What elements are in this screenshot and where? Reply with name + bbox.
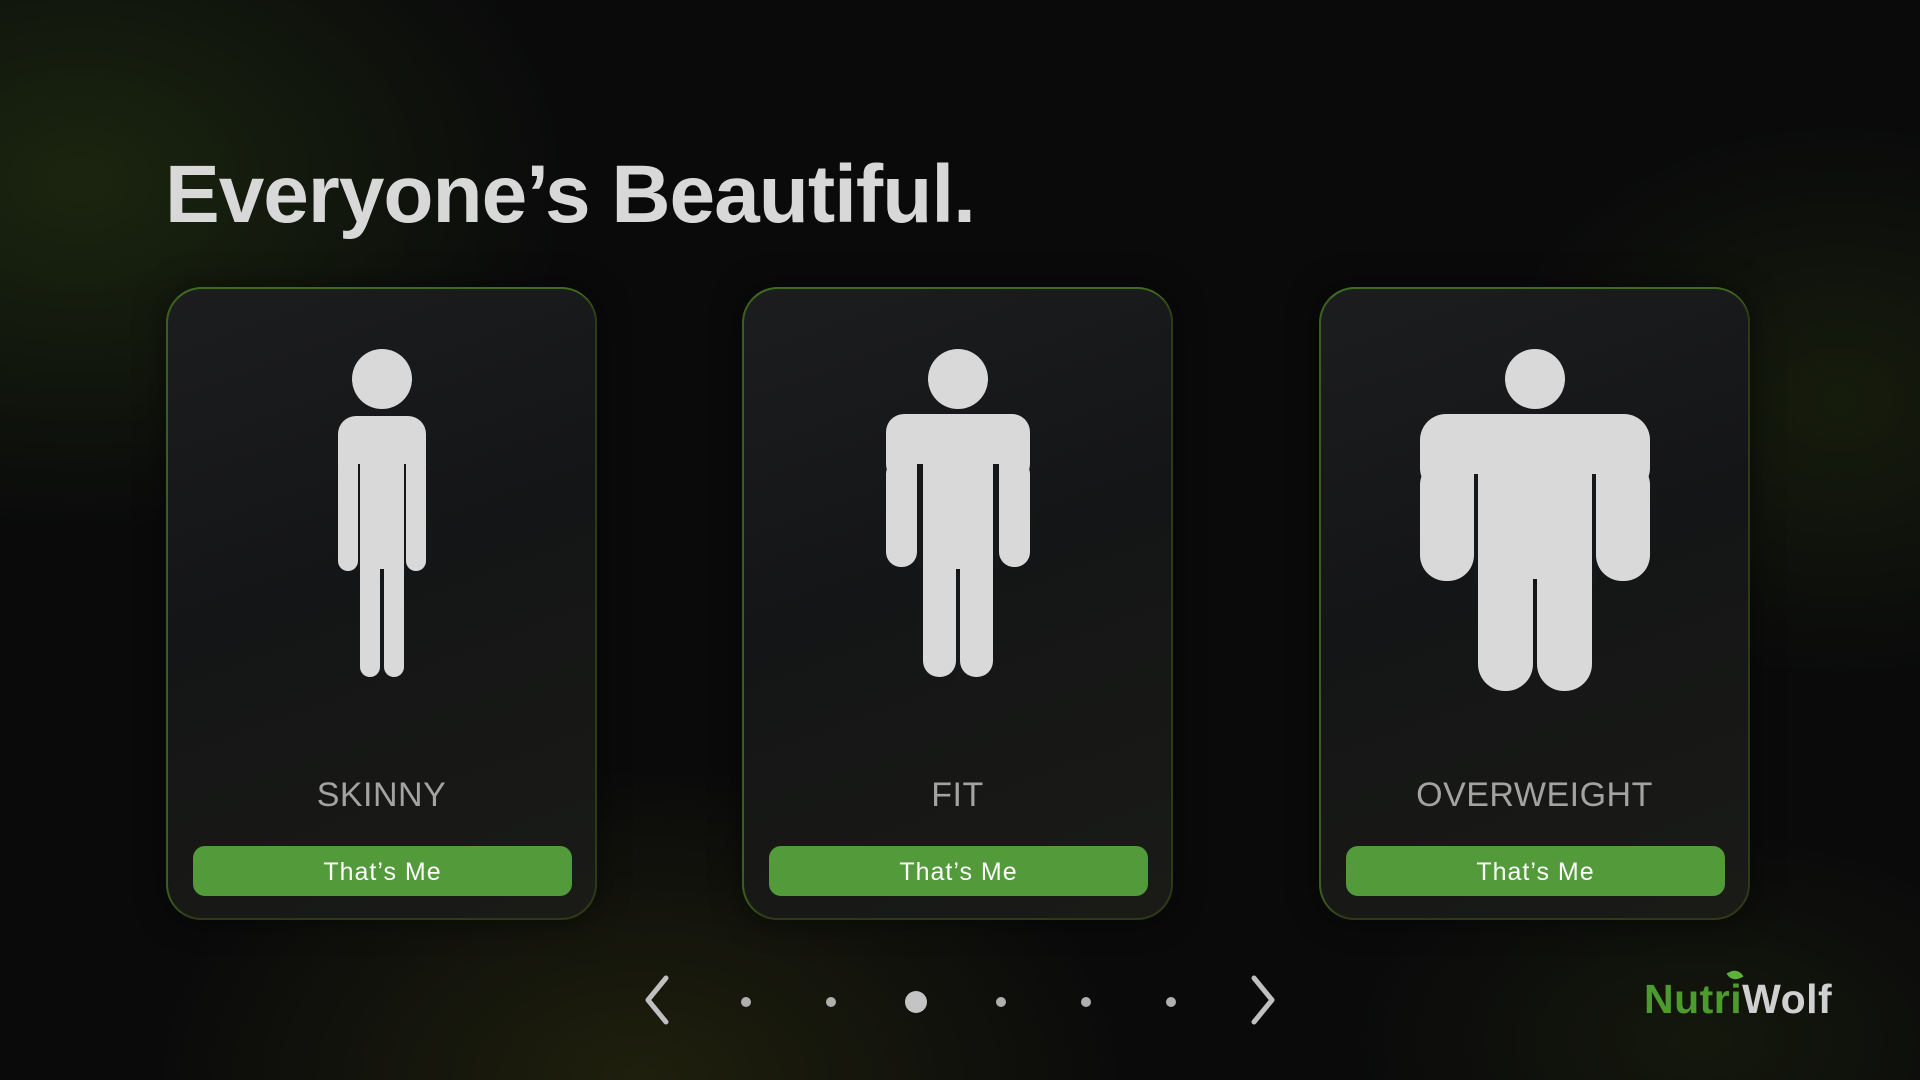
onboarding-screen: Everyone’s Beautiful. SKINNY That’s Me F… bbox=[0, 0, 1920, 1080]
pager-dot[interactable] bbox=[741, 997, 751, 1007]
pager-dot[interactable] bbox=[1081, 997, 1091, 1007]
pager-dot[interactable] bbox=[826, 997, 836, 1007]
fit-body-icon bbox=[744, 349, 1171, 679]
chevron-right-icon[interactable] bbox=[1240, 970, 1284, 1030]
body-type-label: SKINNY bbox=[316, 776, 447, 814]
thats-me-button-overweight[interactable]: That’s Me bbox=[1346, 846, 1725, 896]
logo-text-nutri: Nutri bbox=[1644, 967, 1744, 1022]
chevron-left-icon[interactable] bbox=[636, 970, 680, 1030]
nutriwolf-logo: Nutri Wolf bbox=[1644, 967, 1833, 1026]
carousel-pager bbox=[0, 970, 1920, 1030]
thats-me-button-skinny[interactable]: That’s Me bbox=[193, 846, 572, 896]
overweight-body-icon bbox=[1321, 349, 1748, 694]
body-type-card-fit: FIT That’s Me bbox=[742, 287, 1173, 920]
body-type-card-overweight: OVERWEIGHT That’s Me bbox=[1319, 287, 1750, 920]
pager-dot[interactable] bbox=[996, 997, 1006, 1007]
page-title: Everyone’s Beautiful. bbox=[165, 149, 976, 240]
skinny-body-icon bbox=[168, 349, 595, 679]
body-type-label: FIT bbox=[931, 776, 984, 814]
thats-me-button-fit[interactable]: That’s Me bbox=[769, 846, 1148, 896]
body-type-card-skinny: SKINNY That’s Me bbox=[166, 287, 597, 920]
pager-dot[interactable] bbox=[1166, 997, 1176, 1007]
body-type-label: OVERWEIGHT bbox=[1416, 776, 1653, 814]
logo-text-wolf: Wolf bbox=[1742, 976, 1833, 1022]
pager-dot-active[interactable] bbox=[905, 991, 927, 1013]
